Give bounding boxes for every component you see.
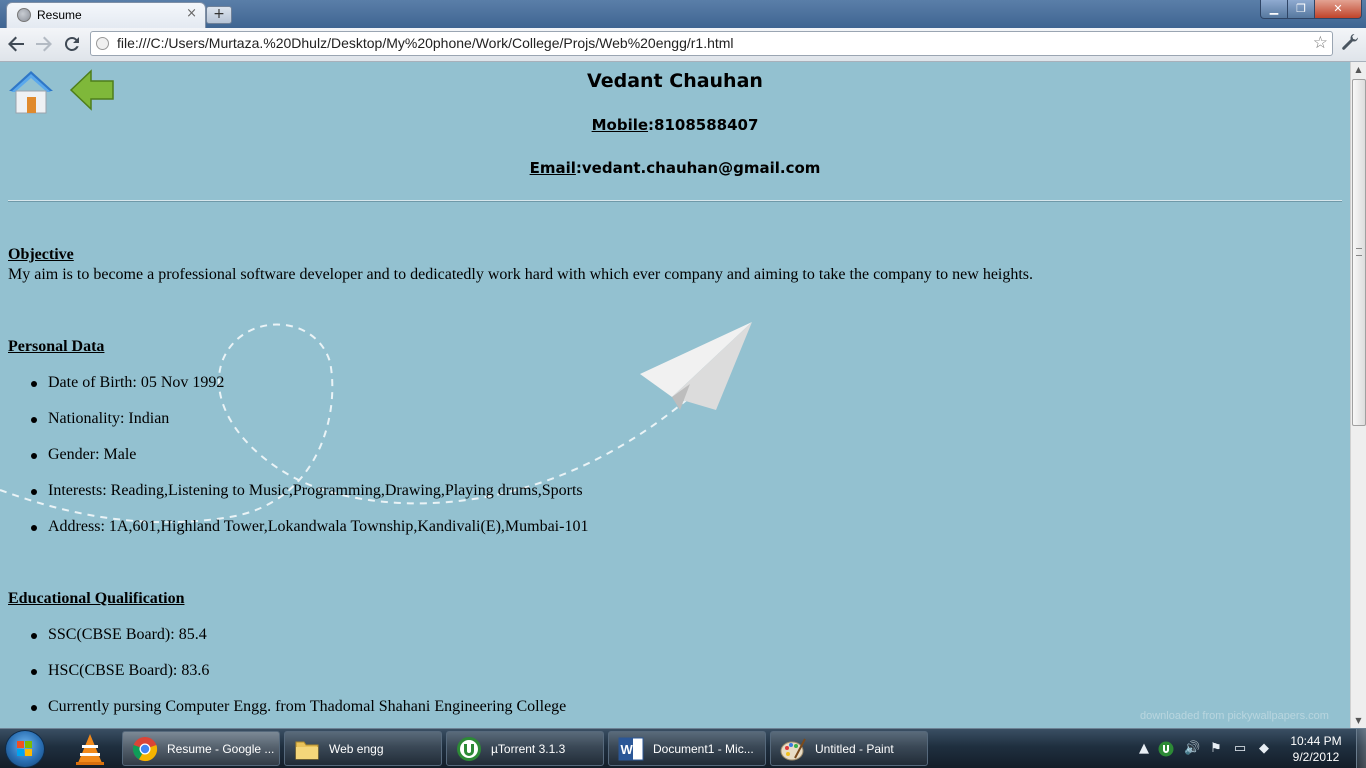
tab-title: Resume	[37, 8, 82, 22]
utorrent-tray-icon[interactable]	[1158, 741, 1174, 757]
browser-title-bar: Resume × + ▁ ❐ ✕	[0, 0, 1366, 29]
taskbar-item-paint[interactable]: Untitled - Paint	[770, 731, 928, 766]
mobile-label: Mobile	[591, 116, 649, 134]
taskbar-item-label: µTorrent 3.1.3	[491, 742, 566, 756]
globe-icon	[17, 8, 31, 22]
list-item: Currently pursing Computer Engg. from Th…	[30, 698, 567, 715]
network-icon[interactable]: ▭	[1232, 741, 1248, 757]
list-item: Date of Birth: 05 Nov 1992	[30, 374, 225, 391]
scroll-thumb[interactable]	[1352, 79, 1366, 426]
mobile-value: :8108588407	[648, 116, 759, 134]
taskbar-item-utorrent[interactable]: µTorrent 3.1.3	[446, 731, 604, 766]
word-icon: W	[618, 737, 644, 761]
list-item: Gender: Male	[30, 446, 137, 463]
address-bar[interactable]: file:///C:/Users/Murtaza.%20Dhulz/Deskto…	[90, 31, 1333, 56]
windows-logo-icon	[17, 741, 32, 756]
resume-name: Vedant Chauhan	[587, 70, 763, 92]
forward-arrow-icon[interactable]	[32, 32, 56, 56]
tab-close-icon[interactable]: ×	[186, 6, 197, 21]
minimize-button[interactable]: ▁	[1260, 0, 1288, 19]
bookmark-star-icon[interactable]: ☆	[1313, 33, 1328, 53]
back-arrow-icon[interactable]	[4, 32, 28, 56]
reload-icon[interactable]	[60, 32, 84, 56]
list-item: Interests: Reading,Listening to Music,Pr…	[31, 482, 583, 499]
page-content: Vedant Chauhan Mobile:8108588407 Email:v…	[0, 62, 1350, 728]
browser-toolbar: file:///C:/Users/Murtaza.%20Dhulz/Deskto…	[0, 28, 1366, 62]
vertical-scrollbar[interactable]: ▲ ▼	[1350, 62, 1366, 728]
close-window-button[interactable]: ✕	[1314, 0, 1362, 19]
utorrent-icon	[457, 737, 481, 761]
mobile-line: Mobile:8108588407	[0, 116, 1350, 134]
education-heading: Educational Qualification	[8, 590, 185, 607]
clock-time[interactable]: 10:44 PM	[1278, 734, 1354, 748]
watermark: downloaded from pickywallpapers.com	[1140, 710, 1329, 722]
list-item: HSC(CBSE Board): 83.6	[30, 662, 210, 679]
maximize-button[interactable]: ❐	[1287, 0, 1315, 19]
new-tab-button[interactable]: +	[206, 6, 232, 24]
taskbar-item-web-engg[interactable]: Web engg	[284, 731, 442, 766]
taskbar-item-label: Resume - Google ...	[167, 742, 275, 756]
wrench-icon[interactable]	[1338, 32, 1362, 56]
taskbar-item-label: Document1 - Mic...	[653, 742, 754, 756]
email-value: :vedant.chauhan@gmail.com	[575, 159, 821, 177]
taskbar-item-chrome[interactable]: Resume - Google ...	[122, 731, 280, 766]
action-center-flag-icon[interactable]: ⚑	[1208, 741, 1224, 757]
paint-icon	[780, 738, 806, 761]
taskbar-item-word[interactable]: W Document1 - Mic...	[608, 731, 766, 766]
list-item: Nationality: Indian	[30, 410, 170, 427]
personal-data-heading: Personal Data	[8, 338, 105, 355]
folder-icon	[295, 741, 319, 760]
vlc-icon[interactable]	[68, 731, 112, 767]
list-item: SSC(CBSE Board): 85.4	[31, 626, 207, 643]
dropbox-icon[interactable]: ◆	[1256, 741, 1272, 757]
url-text[interactable]: file:///C:/Users/Murtaza.%20Dhulz/Deskto…	[117, 35, 734, 51]
taskbar-item-label: Web engg	[329, 742, 384, 756]
page-icon	[96, 37, 109, 50]
email-line: Email:vedant.chauhan@gmail.com	[0, 159, 1350, 177]
volume-icon[interactable]: 🔊	[1184, 741, 1200, 757]
chrome-icon	[132, 737, 158, 762]
taskbar-item-label: Untitled - Paint	[815, 742, 894, 756]
objective-heading: Objective	[8, 246, 74, 263]
email-label: Email	[529, 159, 576, 177]
objective-text: My aim is to become a professional softw…	[8, 266, 1034, 283]
tab-resume[interactable]: Resume ×	[6, 2, 206, 29]
show-desktop-button[interactable]	[1356, 729, 1366, 768]
taskbar: Resume - Google ... Web engg µTorrent 3.…	[0, 728, 1366, 768]
scroll-down-icon[interactable]: ▼	[1351, 713, 1366, 728]
divider	[8, 200, 1342, 202]
list-item: Address: 1A,601,Highland Tower,Lokandwal…	[30, 518, 589, 535]
show-hidden-icons-icon[interactable]: ▲	[1136, 741, 1152, 757]
svg-text:W: W	[621, 742, 634, 757]
start-button[interactable]	[5, 730, 45, 768]
clock-date[interactable]: 9/2/2012	[1278, 750, 1354, 764]
scroll-up-icon[interactable]: ▲	[1351, 62, 1366, 77]
